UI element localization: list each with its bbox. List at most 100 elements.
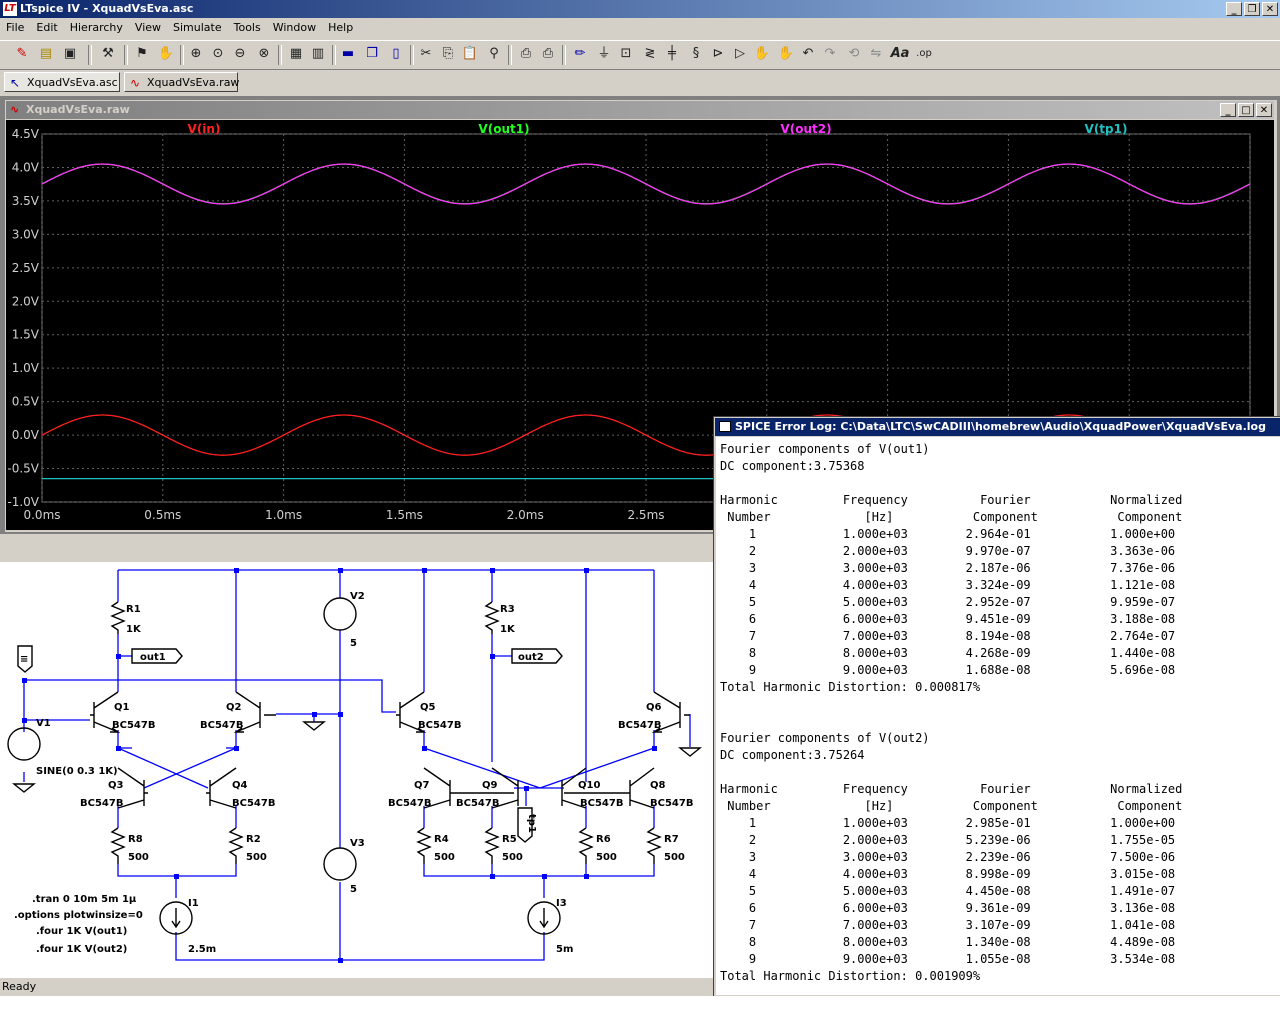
text-icon[interactable]: Aa xyxy=(890,44,910,64)
legend-entry[interactable]: V(in) xyxy=(188,122,221,136)
log-line: Harmonic Frequency Fourier Normalized xyxy=(720,493,1183,507)
tile-vertical-icon[interactable]: ▯ xyxy=(386,44,406,64)
menu-view[interactable]: View xyxy=(129,18,167,38)
svg-text:.four 1K V(out1): .four 1K V(out1) xyxy=(36,926,127,937)
y-tick-label: 2.5V xyxy=(12,261,40,275)
mirror-icon[interactable]: ⇋ xyxy=(866,44,886,64)
spice-directive-icon[interactable]: .op xyxy=(914,44,934,64)
inductor-icon[interactable]: § xyxy=(686,44,706,64)
svg-text:BC547B: BC547B xyxy=(112,720,155,731)
log-line: 5 5.000e+03 4.450e-08 1.491e-07 xyxy=(720,884,1176,898)
label-net-icon[interactable]: ⊡ xyxy=(616,44,636,64)
tab-waveform[interactable]: ∿ XquadVsEva.raw xyxy=(124,72,240,92)
tile-horizontal-icon[interactable]: ▬ xyxy=(338,44,358,64)
legend-entry[interactable]: V(out2) xyxy=(780,122,831,136)
schematic-icon: ↖ xyxy=(10,76,21,90)
svg-text:R8: R8 xyxy=(128,834,143,845)
close-button[interactable]: ✕ xyxy=(1262,2,1278,16)
component-icon[interactable]: ▷ xyxy=(730,44,750,64)
waveform-icon: ∿ xyxy=(10,103,20,116)
svg-text:V3: V3 xyxy=(350,838,365,849)
control-panel-icon[interactable]: ⚒ xyxy=(98,44,118,64)
schematic-canvas[interactable]: ≡ R1 1K R3 1K out1 out2 V2 5 V3 5 V1 SIN… xyxy=(4,562,714,974)
svg-text:2.5m: 2.5m xyxy=(188,944,216,955)
log-line: 9 9.000e+03 1.055e-08 3.534e-08 xyxy=(720,952,1176,966)
svg-text:BC547B: BC547B xyxy=(388,798,431,809)
svg-text:V2: V2 xyxy=(350,591,365,602)
svg-text:500: 500 xyxy=(664,852,685,863)
copy-icon[interactable]: ⎘ xyxy=(438,44,458,64)
legend-entry[interactable]: V(tp1) xyxy=(1085,122,1128,136)
zoom-fit-icon[interactable]: ⊗ xyxy=(254,44,274,64)
resistor-icon[interactable]: ≷ xyxy=(640,44,660,64)
tab-schematic[interactable]: ↖ XquadVsEva.asc xyxy=(4,72,120,92)
svg-text:Q8: Q8 xyxy=(650,780,666,791)
menu-tools[interactable]: Tools xyxy=(228,18,267,38)
svg-text:Q7: Q7 xyxy=(414,780,430,791)
capacitor-icon[interactable]: ╪ xyxy=(662,44,682,64)
log-line: 6 6.000e+03 9.361e-09 3.136e-08 xyxy=(720,901,1176,915)
svg-text:.tran 0 10m 5m 1μ: .tran 0 10m 5m 1μ xyxy=(32,894,137,905)
log-line: 3 3.000e+03 2.187e-06 7.376e-06 xyxy=(720,561,1176,575)
log-line: 7 7.000e+03 8.194e-08 2.764e-07 xyxy=(720,629,1176,643)
move-icon[interactable]: ✋ xyxy=(752,44,772,64)
drag-icon[interactable]: ✋ xyxy=(776,44,796,64)
svg-text:1K: 1K xyxy=(500,624,516,635)
schematic-drawing[interactable]: ≡ R1 1K R3 1K out1 out2 V2 5 V3 5 V1 SIN… xyxy=(4,562,714,974)
find-icon[interactable]: ⚲ xyxy=(484,44,504,64)
minimize-button[interactable]: _ xyxy=(1226,2,1242,16)
log-line: Fourier components of V(out1) xyxy=(720,442,930,456)
svg-text:5: 5 xyxy=(350,884,357,895)
y-tick-label: 1.0V xyxy=(12,361,40,375)
ground-icon[interactable]: ⏚ xyxy=(594,44,614,64)
save-icon[interactable]: ▣ xyxy=(60,44,80,64)
svg-text:BC547B: BC547B xyxy=(232,798,275,809)
svg-text:R6: R6 xyxy=(596,834,611,845)
zoom-out-icon[interactable]: ⊖ xyxy=(230,44,250,64)
rotate-icon[interactable]: ⟲ xyxy=(844,44,864,64)
maximize-button[interactable]: □ xyxy=(1238,103,1254,117)
print-preview-icon[interactable]: ⎙ xyxy=(516,44,536,64)
log-line: 8 8.000e+03 4.268e-09 1.440e-08 xyxy=(720,646,1176,660)
new-schematic-icon[interactable]: ✎ xyxy=(12,44,32,64)
svg-text:V1: V1 xyxy=(36,718,51,729)
x-tick-label: 0.0ms xyxy=(23,508,60,522)
svg-text:Q4: Q4 xyxy=(232,780,248,791)
wire-icon[interactable]: ✏ xyxy=(570,44,590,64)
halt-icon[interactable]: ✋ xyxy=(156,44,176,64)
log-window-title: SPICE Error Log: C:\Data\LTC\SwCADIII\ho… xyxy=(735,420,1266,433)
x-tick-label: 0.5ms xyxy=(144,508,181,522)
print-icon[interactable]: ⎙ xyxy=(538,44,558,64)
diode-icon[interactable]: ⊳ xyxy=(708,44,728,64)
legend-entry[interactable]: V(out1) xyxy=(478,122,529,136)
autorange-icon[interactable]: ▦ xyxy=(286,44,306,64)
run-icon[interactable]: ⚑ xyxy=(132,44,152,64)
pan-icon[interactable]: ⊙ xyxy=(208,44,228,64)
menu-help[interactable]: Help xyxy=(322,18,359,38)
minimize-button[interactable]: _ xyxy=(1220,103,1236,117)
log-line: 7 7.000e+03 3.107e-09 1.041e-08 xyxy=(720,918,1176,932)
cut-icon[interactable]: ✂ xyxy=(416,44,436,64)
grid-icon[interactable]: ▥ xyxy=(308,44,328,64)
menu-hierarchy[interactable]: Hierarchy xyxy=(64,18,129,38)
waveform-window-title: XquadVsEva.raw xyxy=(26,103,130,116)
resistor-r3 xyxy=(484,601,500,634)
menu-simulate[interactable]: Simulate xyxy=(167,18,228,38)
close-button[interactable]: ✕ xyxy=(1256,103,1272,117)
title-bar: LT LTspice IV - XquadVsEva.asc _ ❐ ✕ xyxy=(0,0,1280,18)
menu-file[interactable]: File xyxy=(0,18,30,38)
log-line: Number [Hz] Component Component xyxy=(720,799,1183,813)
log-text-area[interactable]: Fourier components of V(out1) DC componen… xyxy=(716,437,1280,995)
spice-error-log-titlebar: SPICE Error Log: C:\Data\LTC\SwCADIII\ho… xyxy=(715,418,1280,436)
menu-window[interactable]: Window xyxy=(267,18,322,38)
open-folder-icon[interactable]: ▤ xyxy=(36,44,56,64)
paste-icon[interactable]: 📋 xyxy=(460,44,480,64)
restore-button[interactable]: ❐ xyxy=(1244,2,1260,16)
undo-icon[interactable]: ↶ xyxy=(798,44,818,64)
redo-icon[interactable]: ↷ xyxy=(820,44,840,64)
svg-text:BC547B: BC547B xyxy=(80,798,123,809)
cascade-icon[interactable]: ❐ xyxy=(362,44,382,64)
tab-label: XquadVsEva.raw xyxy=(147,76,240,89)
zoom-in-icon[interactable]: ⊕ xyxy=(186,44,206,64)
menu-edit[interactable]: Edit xyxy=(30,18,63,38)
